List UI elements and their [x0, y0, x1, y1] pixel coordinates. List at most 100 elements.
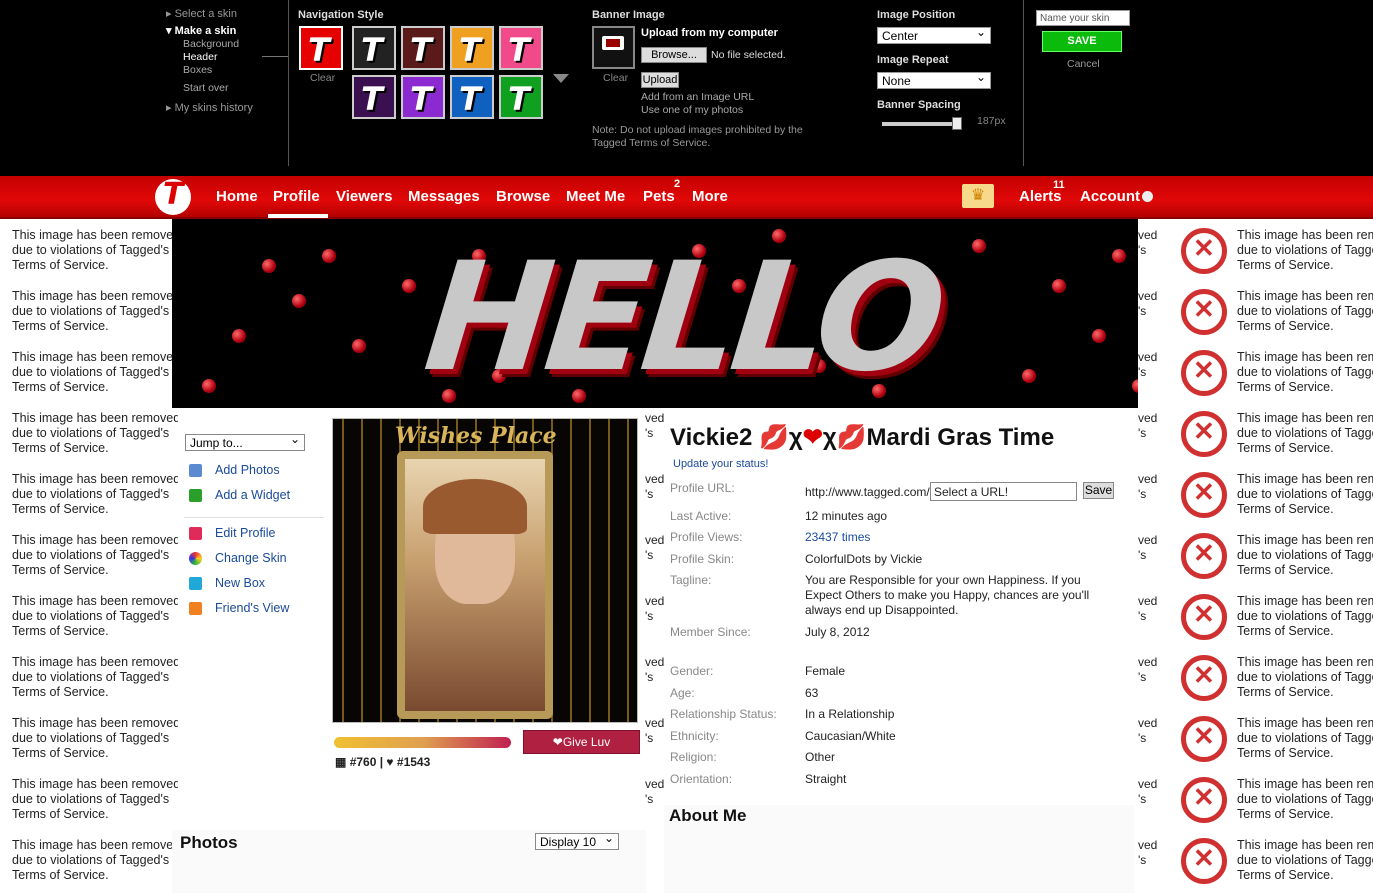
url-select-input[interactable]: Select a URL! — [930, 482, 1077, 501]
skin-editor-bar: ▸ Select a skin ▾ Make a skin Background… — [0, 0, 1373, 176]
divider — [1023, 0, 1024, 166]
banner-spacing-value: 187px — [977, 115, 1006, 127]
account-status-icon — [1142, 191, 1153, 202]
upload-button[interactable]: Upload — [641, 72, 679, 88]
nav-more[interactable]: More — [692, 188, 728, 205]
banner-image-title: Banner Image — [592, 9, 665, 21]
add-widget-link[interactable]: Add a Widget — [215, 488, 290, 502]
removed-image-notice: This image has been removed due to violat… — [12, 838, 181, 882]
removed-x-icon — [1181, 533, 1227, 579]
ethnicity-value: Caucasian/White — [805, 729, 896, 743]
nav-swatch-red[interactable]: T — [299, 26, 343, 70]
removed-fragment: ved's — [645, 777, 665, 806]
nav-swatch-purple[interactable]: T — [401, 75, 445, 119]
banner-thumbnail — [592, 26, 635, 69]
heart-icon: ❤ — [802, 424, 823, 451]
removed-image-notice: This image has been removed due to violat… — [12, 533, 181, 577]
removed-x-icon — [1181, 838, 1227, 884]
relationship-value: In a Relationship — [805, 707, 895, 721]
nav-pets[interactable]: Pets — [643, 188, 675, 205]
start-over-link[interactable]: Start over — [183, 82, 229, 94]
change-skin-link[interactable]: Change Skin — [215, 551, 287, 565]
profile-url-label: Profile URL: — [670, 481, 735, 495]
jump-to-select[interactable]: Jump to... — [185, 432, 305, 451]
nav-active-indicator — [268, 214, 328, 218]
banner-clear[interactable]: Clear — [603, 72, 628, 84]
nav-swatch-black[interactable]: T — [352, 26, 396, 70]
crown-icon[interactable]: ♛ — [962, 184, 994, 208]
profile-views-value[interactable]: 23437 times — [805, 530, 870, 544]
nav-meet-me[interactable]: Meet Me — [566, 188, 625, 205]
url-save-button[interactable]: Save — [1083, 482, 1114, 499]
cherry-decoration — [1132, 379, 1138, 393]
cherry-decoration — [352, 339, 366, 353]
nav-swatch-green[interactable]: T — [499, 75, 543, 119]
removed-fragment: ved's — [645, 655, 665, 684]
friend-view-icon — [189, 602, 202, 615]
skin-sub-header[interactable]: Header — [183, 51, 217, 63]
nav-home[interactable]: Home — [216, 188, 258, 205]
image-position-title: Image Position — [877, 9, 956, 21]
cherry-decoration — [402, 279, 416, 293]
removed-fragment: ved's — [645, 594, 665, 623]
removed-x-icon — [1181, 350, 1227, 396]
browse-button[interactable]: Browse... — [641, 47, 707, 63]
friends-view-link[interactable]: Friend's View — [215, 601, 289, 615]
photos-display-select[interactable]: Display 10 — [535, 831, 619, 850]
skins-history-link[interactable]: ▸ My skins history — [166, 101, 253, 114]
nav-browse[interactable]: Browse — [496, 188, 550, 205]
banner-spacing-slider[interactable] — [882, 122, 960, 126]
banner-spacing-handle[interactable] — [952, 117, 962, 130]
nav-messages[interactable]: Messages — [408, 188, 480, 205]
nav-account[interactable]: Account — [1080, 188, 1140, 205]
save-button[interactable]: SAVE — [1042, 31, 1122, 52]
header-pointer-line — [262, 56, 288, 57]
nav-swatch-orange[interactable]: T — [450, 26, 494, 70]
skin-sub-boxes[interactable]: Boxes — [183, 64, 212, 76]
nav-style-title: Navigation Style — [298, 9, 384, 21]
nav-swatch-pink[interactable]: T — [499, 26, 543, 70]
skin-sub-background[interactable]: Background — [183, 38, 239, 50]
plus-box-icon — [189, 577, 202, 590]
nav-swatch-plum[interactable]: T — [352, 75, 396, 119]
select-skin-link[interactable]: ▸ Select a skin — [166, 7, 237, 20]
nav-style-clear[interactable]: Clear — [310, 72, 335, 84]
cherry-decoration — [292, 294, 306, 308]
skin-name-input[interactable]: Name your skin — [1036, 10, 1130, 26]
religion-value: Other — [805, 750, 836, 764]
photo-frame — [397, 451, 553, 719]
removed-image-notice: This image has been rem due to violations… — [1237, 655, 1373, 699]
make-skin-link[interactable]: ▾ Make a skin — [166, 24, 236, 37]
add-url-link[interactable]: Add from an Image URL — [641, 91, 754, 103]
divider — [288, 0, 289, 166]
nav-swatch-blue[interactable]: T — [450, 75, 494, 119]
removed-x-icon — [1181, 777, 1227, 823]
orientation-label: Orientation: — [670, 772, 733, 786]
camera-icon — [189, 464, 202, 477]
us-flag-icon: ▦ — [335, 755, 347, 769]
profile-photo[interactable]: Wishes Place — [332, 418, 638, 723]
photos-box: Photos Display 10 — [172, 830, 646, 893]
cancel-link[interactable]: Cancel — [1067, 58, 1100, 70]
new-box-link[interactable]: New Box — [215, 576, 265, 590]
give-luv-button[interactable]: ❤Give Luv — [523, 730, 640, 754]
ethnicity-label: Ethnicity: — [670, 729, 719, 743]
cherry-decoration — [232, 329, 246, 343]
use-photos-link[interactable]: Use one of my photos — [641, 104, 743, 116]
removed-image-notice: This image has been rem due to violations… — [1237, 594, 1373, 638]
photo-caption: Wishes Place — [395, 423, 557, 449]
image-position-select[interactable]: Center — [877, 25, 991, 44]
edit-profile-link[interactable]: Edit Profile — [215, 526, 275, 540]
cherry-decoration — [1112, 249, 1126, 263]
more-swatches-arrow-icon[interactable] — [553, 74, 569, 83]
banner-spacing-title: Banner Spacing — [877, 99, 961, 111]
tagged-logo-icon[interactable]: T — [155, 177, 191, 215]
nav-viewers[interactable]: Viewers — [336, 188, 392, 205]
update-status-link[interactable]: Update your status! — [673, 458, 768, 470]
nav-profile[interactable]: Profile — [273, 188, 320, 205]
nav-swatch-maroon[interactable]: T — [401, 26, 445, 70]
image-repeat-select[interactable]: None — [877, 70, 991, 89]
add-photos-link[interactable]: Add Photos — [215, 463, 280, 477]
pencil-icon — [189, 527, 202, 540]
removed-fragment: ved's — [1138, 533, 1158, 562]
